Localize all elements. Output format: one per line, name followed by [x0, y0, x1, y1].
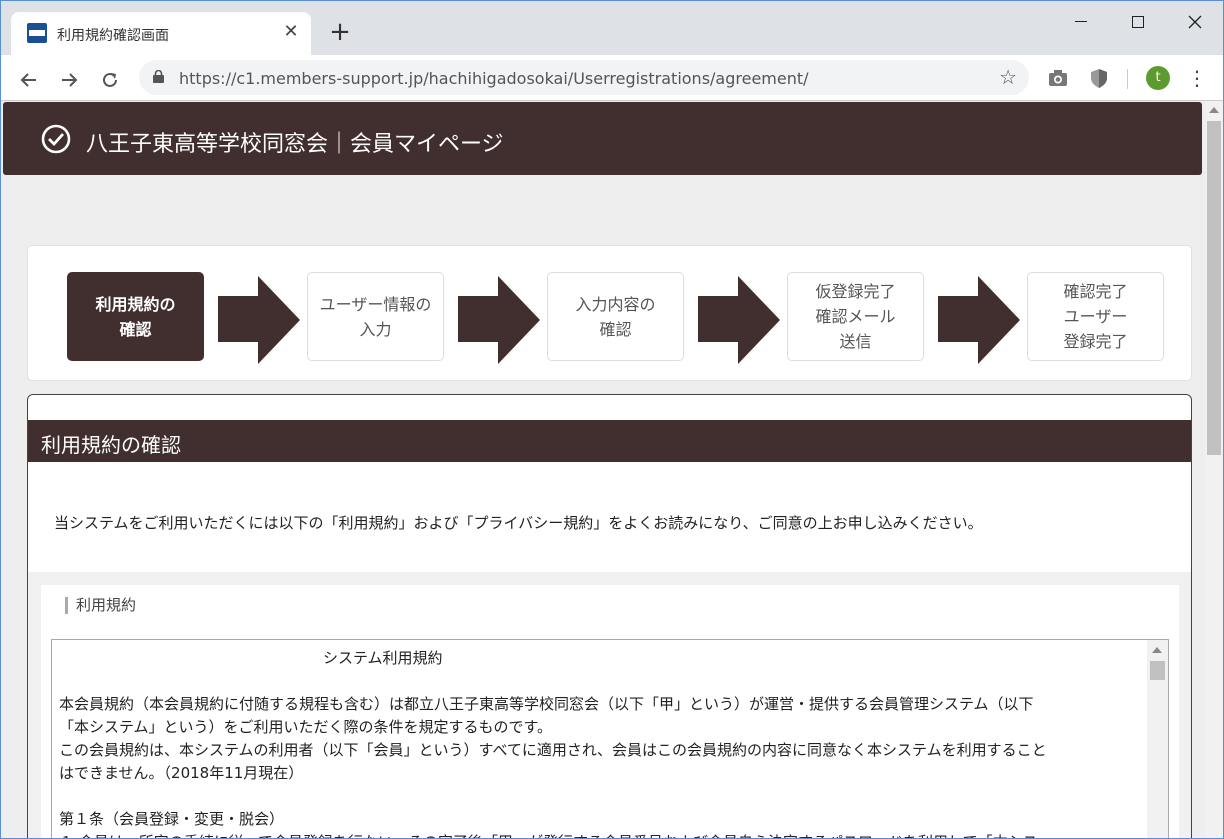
step-confirm-input: 入力内容の 確認 — [547, 272, 684, 361]
terms-card: 利用規約 システム利用規約 本会員規約（本会員規約に付随する規程も含む）は都立八… — [41, 585, 1179, 838]
shield-icon[interactable] — [1088, 67, 1110, 89]
step-label-line: 仮登録完了 — [815, 282, 896, 301]
url-path: /hachihigadosokai/Userregistrations/agre… — [423, 69, 809, 88]
tab-title: 利用規約確認画面 — [57, 28, 169, 44]
browser-tab[interactable]: 利用規約確認画面 ✕ — [11, 12, 311, 55]
site-header: 八王子東高等学校同窓会｜会員マイページ — [3, 102, 1202, 175]
check-circle-icon — [41, 124, 71, 154]
terms-line: この会員規約は、本システムの利用者（以下「会員」という）すべてに適用され、会員は… — [59, 741, 1047, 759]
browser-window: 利用規約確認画面 ✕ + https://c1.members-support.… — [0, 0, 1224, 839]
terms-line: 「本システム」という）をご利用いただく際の条件を規定するものです。 — [59, 718, 553, 736]
step-label-line: 送信 — [839, 332, 872, 351]
step-label-line: 確認 — [119, 319, 152, 339]
step-provisional-registration: 仮登録完了 確認メール 送信 — [787, 272, 924, 361]
step-user-info: ユーザー情報の 入力 — [307, 272, 444, 361]
step-label-line: 確認 — [599, 319, 632, 339]
site-favicon-icon — [27, 23, 47, 43]
step-label-line: 登録完了 — [1063, 332, 1128, 351]
forward-arrow-icon — [62, 72, 78, 87]
site-title: 八王子東高等学校同窓会｜会員マイページ — [86, 132, 504, 157]
scroll-thumb[interactable] — [1150, 661, 1165, 680]
step-arrow-icon — [698, 276, 780, 364]
menu-dots-icon[interactable]: ⋮ — [1187, 65, 1207, 91]
agreement-panel: 利用規約の確認 当システムをご利用いただくには以下の「利用規約」および「プライバ… — [27, 394, 1192, 838]
terms-textarea[interactable]: システム利用規約 本会員規約（本会員規約に付随する規程も含む）は都立八王子東高等… — [51, 639, 1169, 838]
page-viewport: 八王子東高等学校同窓会｜会員マイページ 利用規約の 確認 ユーザー情報の 入力 … — [1, 101, 1223, 838]
terms-content: システム利用規約 本会員規約（本会員規約に付随する規程も含む）は都立八王子東高等… — [59, 647, 1139, 838]
bookmark-star-icon[interactable]: ☆ — [999, 65, 1017, 89]
close-icon — [1188, 15, 1202, 28]
terms-section: 利用規約 システム利用規約 本会員規約（本会員規約に付随する規程も含む）は都立八… — [28, 572, 1191, 838]
step-arrow-icon — [218, 276, 300, 364]
back-arrow-icon — [20, 72, 36, 87]
lock-icon — [153, 70, 164, 83]
terms-scrollbar[interactable] — [1147, 640, 1168, 838]
step-label-line: 確認完了 — [1063, 282, 1128, 301]
scroll-up-icon[interactable] — [1152, 647, 1162, 653]
minimize-button[interactable] — [1061, 7, 1101, 35]
terms-line: 第１条（会員登録・変更・脱会） — [59, 810, 285, 828]
reload-button[interactable] — [96, 64, 124, 92]
maximize-icon — [1132, 15, 1144, 28]
reload-icon — [103, 72, 117, 87]
panel-title: 利用規約の確認 — [41, 433, 181, 457]
toolbar-divider — [1127, 69, 1128, 89]
profile-avatar[interactable]: t — [1146, 66, 1170, 90]
panel-header: 利用規約の確認 — [28, 420, 1191, 462]
step-arrow-icon — [938, 276, 1020, 364]
browser-toolbar: https://c1.members-support.jp/hachihigad… — [1, 55, 1223, 101]
step-registration-complete: 確認完了 ユーザー 登録完了 — [1027, 272, 1164, 361]
step-agreement: 利用規約の 確認 — [67, 272, 204, 361]
url-text: https://c1.members-support.jp/hachihigad… — [179, 69, 809, 88]
intro-text: 当システムをご利用いただくには以下の「利用規約」および「プライバシー規約」をよく… — [54, 514, 983, 532]
step-label-line: 利用規約の — [95, 294, 176, 314]
step-label-line: 入力内容の — [575, 294, 656, 314]
step-label-line: 確認メール — [815, 307, 896, 326]
back-button[interactable] — [15, 64, 43, 92]
scroll-thumb[interactable] — [1207, 121, 1221, 455]
registration-steps: 利用規約の 確認 ユーザー情報の 入力 入力内容の 確認 仮登録完了 確認メール… — [27, 245, 1192, 381]
address-bar[interactable]: https://c1.members-support.jp/hachihigad… — [139, 60, 1029, 95]
close-tab-icon[interactable]: ✕ — [281, 22, 301, 42]
new-tab-button[interactable]: + — [327, 19, 353, 45]
step-label-line: ユーザー — [1063, 307, 1128, 326]
tab-strip: 利用規約確認画面 ✕ + — [1, 1, 1223, 55]
camera-icon[interactable] — [1047, 67, 1069, 89]
maximize-button[interactable] — [1118, 7, 1158, 35]
forward-button[interactable] — [55, 64, 83, 92]
terms-line: １ 会員は、所定の手続に従って会員登録を行ない、その完了後「甲」が発行する会員番… — [59, 831, 1139, 838]
minimize-icon — [1075, 21, 1087, 22]
step-label-line: ユーザー情報の — [319, 294, 432, 314]
close-window-button[interactable] — [1175, 7, 1215, 35]
page-scrollbar[interactable] — [1205, 101, 1223, 838]
terms-line: 本会員規約（本会員規約に付随する規程も含む）は都立八王子東高等学校同窓会（以下「… — [59, 695, 1034, 713]
scroll-up-icon[interactable] — [1209, 107, 1219, 113]
url-host: https://c1.members-support.jp — [179, 69, 424, 88]
terms-doc-title: システム利用規約 — [323, 649, 443, 667]
step-arrow-icon — [458, 276, 540, 364]
terms-line: はできません。（2018年11月現在） — [59, 764, 304, 782]
step-label-line: 入力 — [359, 319, 392, 339]
terms-heading: 利用規約 — [65, 597, 136, 614]
